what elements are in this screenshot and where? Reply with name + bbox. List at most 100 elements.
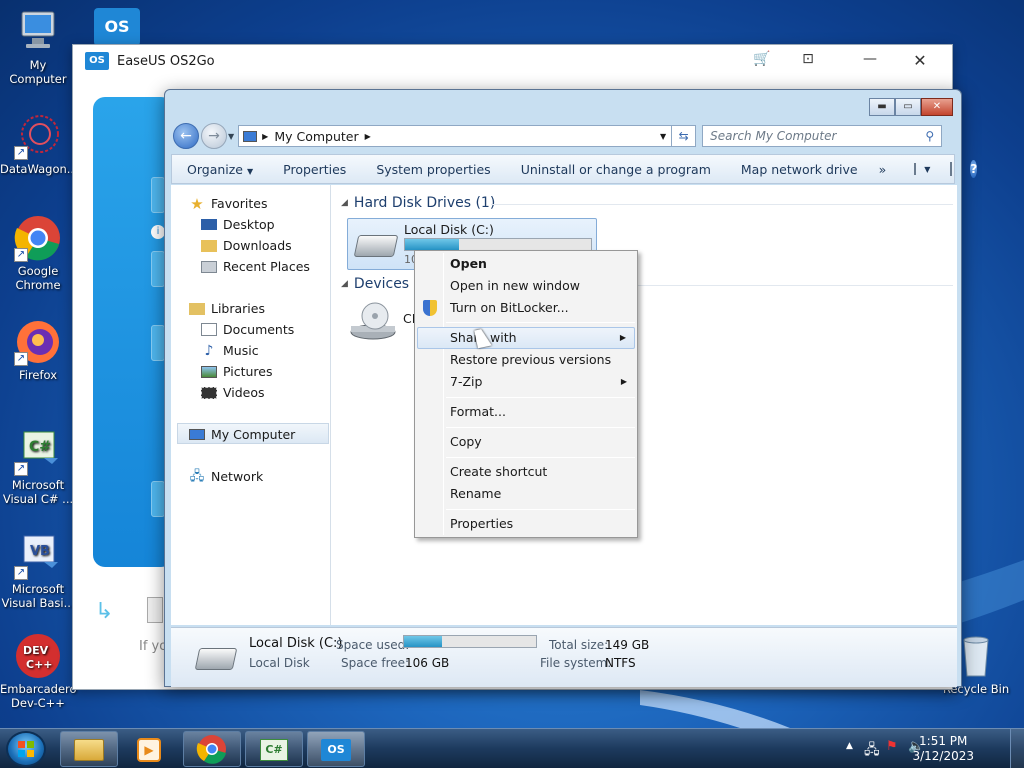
window-controls: ▬ ▭ ✕ bbox=[869, 98, 953, 116]
desktop-icon-label: Embarcadero Dev-C++ bbox=[0, 682, 77, 710]
nav-my-computer[interactable]: My Computer bbox=[189, 427, 295, 442]
group-divider bbox=[631, 285, 953, 286]
group-header-hard-disk-drives[interactable]: ◢ Hard Disk Drives (1) bbox=[341, 195, 495, 211]
cd-drive-icon[interactable] bbox=[349, 300, 396, 340]
desktop-icon-chrome[interactable]: ↗ Google Chrome bbox=[0, 214, 76, 292]
address-dropdown-icon[interactable]: ▼ bbox=[660, 132, 666, 141]
show-desktop-button[interactable] bbox=[1010, 729, 1024, 768]
desktop-icon-firefox[interactable]: ↗ Firefox bbox=[0, 318, 76, 382]
help-icon[interactable]: ? bbox=[970, 160, 978, 178]
menu-item-open-new-window[interactable]: Open in new window bbox=[417, 275, 635, 297]
pictures-icon bbox=[201, 365, 217, 378]
search-input[interactable]: Search My Computer ⚲ bbox=[702, 125, 943, 147]
taskbar-visual-csharp[interactable]: C# bbox=[245, 731, 303, 767]
uac-shield-icon bbox=[423, 300, 437, 316]
group-divider bbox=[491, 204, 953, 205]
more-commands-button[interactable]: » bbox=[873, 162, 893, 177]
desktop-icon-label: Firefox bbox=[18, 368, 58, 382]
collapse-icon[interactable]: ◢ bbox=[341, 198, 348, 208]
maximize-button[interactable]: ▭ bbox=[895, 98, 921, 116]
system-properties-button[interactable]: System properties bbox=[361, 162, 505, 177]
menu-item-7zip[interactable]: 7-Zip ▶ bbox=[417, 371, 635, 393]
view-dropdown-icon[interactable]: ▼ bbox=[924, 165, 930, 174]
close-button[interactable]: ✕ bbox=[921, 98, 953, 116]
menu-item-create-shortcut[interactable]: Create shortcut bbox=[417, 461, 635, 483]
menu-item-open[interactable]: Open bbox=[417, 253, 635, 275]
desktop-icon-visual-basic[interactable]: VB ↗ Microsoft Visual Basi... bbox=[0, 532, 76, 610]
desktop-icon-my-computer[interactable]: My Computer bbox=[0, 8, 76, 86]
taskbar-chrome[interactable] bbox=[183, 731, 241, 767]
nav-recent-places[interactable]: Recent Places bbox=[201, 259, 310, 274]
preview-pane-icon[interactable] bbox=[950, 162, 953, 176]
uninstall-program-button[interactable]: Uninstall or change a program bbox=[506, 162, 726, 177]
desktop-icon-datawagon[interactable]: ↗ DataWagon... bbox=[0, 112, 78, 176]
close-button[interactable]: ✕ bbox=[900, 51, 940, 71]
menu-item-bitlocker[interactable]: Turn on BitLocker... bbox=[417, 297, 635, 319]
nav-pictures[interactable]: Pictures bbox=[201, 364, 273, 379]
svg-text:C++: C++ bbox=[26, 658, 53, 671]
panel-tab[interactable] bbox=[151, 177, 165, 213]
nav-videos[interactable]: Videos bbox=[201, 385, 265, 400]
show-hidden-icons[interactable]: ▲ bbox=[846, 741, 853, 751]
shortcut-arrow-icon: ↗ bbox=[14, 566, 28, 580]
drive-icon bbox=[147, 597, 163, 623]
nav-downloads[interactable]: Downloads bbox=[201, 238, 292, 253]
nav-favorites[interactable]: ★ Favorites bbox=[189, 196, 267, 211]
taskbar-explorer[interactable] bbox=[60, 731, 118, 767]
cart-icon[interactable]: 🛒 bbox=[742, 51, 782, 71]
map-network-drive-button[interactable]: Map network drive bbox=[726, 162, 873, 177]
organize-menu[interactable]: Organize ▼ bbox=[172, 162, 268, 177]
group-header-devices[interactable]: ◢ Devices w bbox=[341, 276, 425, 292]
nav-libraries[interactable]: Libraries bbox=[189, 301, 265, 316]
forward-button[interactable]: → bbox=[201, 123, 227, 149]
details-drive-type: Local Disk bbox=[249, 656, 310, 670]
network-tray-icon[interactable]: 🖧 bbox=[864, 739, 880, 763]
search-icon: ⚲ bbox=[925, 129, 935, 143]
arrow-icon: ↳ bbox=[95, 599, 114, 624]
computer-icon bbox=[14, 8, 62, 56]
recent-pages-dropdown[interactable]: ▼ bbox=[228, 132, 234, 141]
svg-text:C#: C# bbox=[29, 439, 51, 455]
context-menu: Open Open in new window Turn on BitLocke… bbox=[414, 250, 638, 538]
nav-documents[interactable]: Documents bbox=[201, 322, 294, 337]
properties-button[interactable]: Properties bbox=[268, 162, 361, 177]
menu-item-properties[interactable]: Properties bbox=[417, 513, 635, 535]
minimize-button[interactable]: ▬ bbox=[869, 98, 895, 116]
breadcrumb-my-computer[interactable]: My Computer bbox=[274, 129, 358, 144]
breadcrumb-arrow-icon[interactable]: ▶ bbox=[365, 132, 371, 141]
clock[interactable]: 1:51 PM 3/12/2023 bbox=[912, 734, 974, 764]
menu-item-rename[interactable]: Rename bbox=[417, 483, 635, 505]
collapse-icon[interactable]: ◢ bbox=[341, 279, 348, 289]
easeus-side-panel bbox=[93, 97, 173, 567]
menu-item-share-with[interactable]: Share with ▶ bbox=[417, 327, 635, 349]
menu-item-restore-previous[interactable]: Restore previous versions bbox=[417, 349, 635, 371]
refresh-button[interactable]: ⇆ bbox=[672, 125, 697, 147]
desktop-icon-visual-csharp[interactable]: C# ↗ Microsoft Visual C# ... bbox=[0, 428, 76, 506]
desktop-icon-label: Microsoft Visual C# ... bbox=[2, 478, 74, 506]
view-options-icon[interactable] bbox=[914, 163, 917, 175]
taskbar: ▶ C# OS ▲ 🖧 ⚑ 🔈 1:51 PM 3/12/2023 bbox=[0, 728, 1024, 768]
svg-text:VB: VB bbox=[30, 544, 50, 559]
taskbar-easeus[interactable]: OS bbox=[307, 731, 365, 767]
videos-icon bbox=[201, 386, 217, 399]
panel-tab[interactable] bbox=[151, 251, 165, 287]
svg-text:DEV: DEV bbox=[23, 644, 49, 657]
menu-item-copy[interactable]: Copy bbox=[417, 431, 635, 453]
panel-tab[interactable] bbox=[151, 325, 165, 361]
minimize-button[interactable]: — bbox=[850, 51, 890, 71]
nav-network[interactable]: 🖧 Network bbox=[189, 469, 263, 484]
action-center-icon[interactable]: ⚑ bbox=[886, 739, 898, 754]
nav-desktop[interactable]: Desktop bbox=[201, 217, 275, 232]
back-button[interactable]: ← bbox=[173, 123, 199, 149]
nav-music[interactable]: ♪ Music bbox=[201, 343, 259, 358]
easeus-desktop-icon[interactable]: OS bbox=[94, 8, 140, 46]
taskbar-media-player[interactable]: ▶ bbox=[120, 731, 178, 767]
menu-item-format[interactable]: Format... bbox=[417, 401, 635, 423]
panel-tab[interactable] bbox=[151, 481, 165, 517]
address-bar[interactable]: ▶ My Computer ▶ ▼ bbox=[238, 125, 673, 147]
restore-icon[interactable]: ⊡ bbox=[788, 51, 828, 71]
breadcrumb-arrow-icon[interactable]: ▶ bbox=[262, 132, 268, 141]
start-button[interactable] bbox=[6, 731, 46, 767]
desktop-icon-label: My Computer bbox=[9, 58, 67, 86]
desktop-icon-devcpp[interactable]: DEV C++ Embarcadero Dev-C++ bbox=[0, 632, 77, 710]
